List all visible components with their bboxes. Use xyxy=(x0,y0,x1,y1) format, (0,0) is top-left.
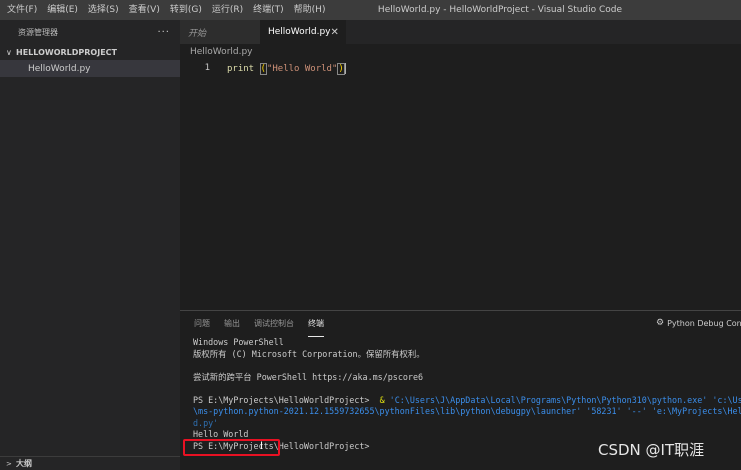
code-text[interactable]: print ("Hello World") xyxy=(227,62,346,75)
line-number: 1 xyxy=(204,63,210,73)
panel-tab-bar: 问题 输出 调试控制台 终端 ⚙ Python Debug Conso xyxy=(180,311,741,337)
chevron-right-icon: > xyxy=(6,459,12,468)
menu-terminal[interactable]: 终端(T) xyxy=(248,0,289,20)
tab-terminal[interactable]: 终端 xyxy=(308,311,324,337)
chevron-down-icon: ∨ xyxy=(6,47,12,57)
tab-debug-console[interactable]: 调试控制台 xyxy=(254,311,294,337)
menu-edit[interactable]: 编辑(E) xyxy=(42,0,83,20)
explorer-header: 资源管理器 ··· xyxy=(0,20,180,44)
terminal-command-path: 'C:\Users\J\AppData\Local\Programs\Pytho… xyxy=(389,394,741,405)
tab-problems[interactable]: 问题 xyxy=(194,311,210,337)
project-folder-label: HELLOWORLDPROJECT xyxy=(16,47,117,57)
code-function: print xyxy=(227,63,260,74)
project-folder[interactable]: ∨ HELLOWORLDPROJECT xyxy=(0,44,180,60)
menu-run[interactable]: 运行(R) xyxy=(207,0,248,20)
terminal-command-line: PS E:\MyProjects\HelloWorldProject> & 'C… xyxy=(193,395,741,407)
outline-section[interactable]: > 大纲 xyxy=(0,456,180,470)
file-item-helloworld[interactable]: HelloWorld.py xyxy=(0,60,180,77)
outline-label: 大纲 xyxy=(16,459,32,468)
gear-icon: ⚙ xyxy=(656,318,665,328)
editor-tab-bar: 开始 HelloWorld.py ✕ xyxy=(180,20,741,44)
tab-label: 开始 xyxy=(188,28,207,39)
terminal-command-path: \ms-python.python-2021.12.1559732655\pyt… xyxy=(193,406,741,416)
highlight-annotation-box xyxy=(183,439,280,456)
menu-file[interactable]: 文件(F) xyxy=(2,0,42,20)
terminal-line: Windows PowerShell xyxy=(193,337,284,347)
file-item-label: HelloWorld.py xyxy=(28,63,91,74)
menu-help[interactable]: 帮助(H) xyxy=(289,0,331,20)
tab-label: HelloWorld.py xyxy=(268,27,331,37)
editor-area: 开始 HelloWorld.py ✕ HelloWorld.py 1 print… xyxy=(180,20,741,310)
title-bar: 文件(F) 编辑(E) 选择(S) 查看(V) 转到(G) 运行(R) 终端(T… xyxy=(0,0,741,20)
terminal-amp: & xyxy=(374,394,390,405)
explorer-sidebar: 资源管理器 ··· ∨ HELLOWORLDPROJECT HelloWorld… xyxy=(0,20,180,470)
terminal-line: 版权所有 (C) Microsoft Corporation。保留所有权利。 xyxy=(193,348,425,359)
more-actions-icon[interactable]: ··· xyxy=(157,27,170,38)
menu-go[interactable]: 转到(G) xyxy=(165,0,207,20)
code-close-paren: ) xyxy=(337,62,345,75)
window-title: HelloWorld.py - HelloWorldProject - Visu… xyxy=(377,5,623,15)
text-cursor xyxy=(344,62,346,74)
code-line[interactable]: 1 print ("Hello World") xyxy=(180,60,741,76)
tab-helloworld[interactable]: HelloWorld.py ✕ xyxy=(260,20,346,44)
explorer-title: 资源管理器 xyxy=(18,27,58,37)
menu-bar: 文件(F) 编辑(E) 选择(S) 查看(V) 转到(G) 运行(R) 终端(T… xyxy=(0,0,330,20)
breadcrumb[interactable]: HelloWorld.py xyxy=(180,44,741,60)
terminal-prompt: PS E:\MyProjects\HelloWorldProject> xyxy=(193,394,375,405)
debug-config-select[interactable]: ⚙ Python Debug Conso xyxy=(656,318,741,328)
menu-view[interactable]: 查看(V) xyxy=(124,0,165,20)
terminal-command-path: d.py' xyxy=(193,417,219,428)
menu-selection[interactable]: 选择(S) xyxy=(83,0,124,20)
tab-output[interactable]: 输出 xyxy=(224,311,240,337)
terminal-line: 尝试新的跨平台 PowerShell https://aka.ms/pscore… xyxy=(193,371,424,382)
watermark: CSDN @IT职涯 xyxy=(598,441,705,459)
tab-start[interactable]: 开始 xyxy=(180,20,260,44)
terminal-output[interactable]: Windows PowerShell 版权所有 (C) Microsoft Co… xyxy=(180,337,741,456)
code-string: "Hello World" xyxy=(266,63,338,74)
debug-config-label: Python Debug Conso xyxy=(667,318,741,328)
close-icon[interactable]: ✕ xyxy=(331,27,339,38)
code-open-paren: ( xyxy=(259,62,267,75)
